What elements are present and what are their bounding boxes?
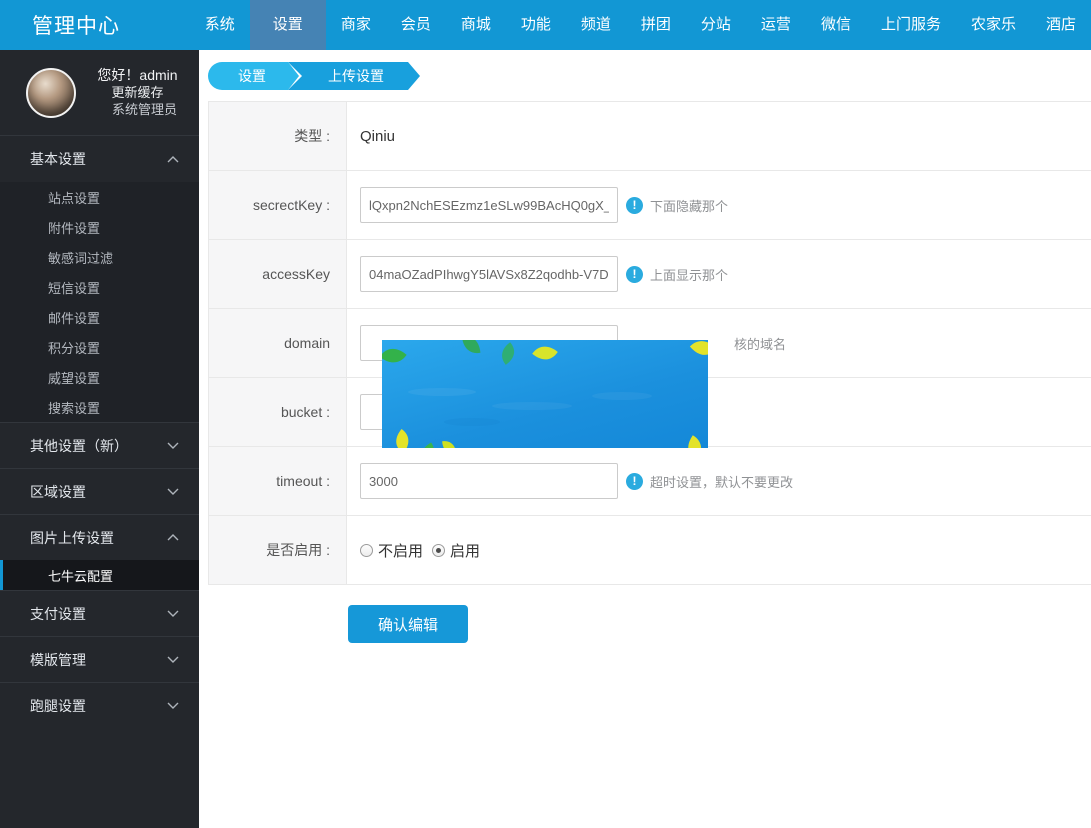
timeout-input[interactable] xyxy=(360,463,618,499)
domain-label: domain xyxy=(209,309,347,377)
bucket-label: bucket : xyxy=(209,378,347,446)
radio-enable-label: 启用 xyxy=(450,540,480,561)
user-panel: 您好！admin 更新缓存 系统管理员 xyxy=(0,50,199,136)
top-nav-item[interactable]: 农家乐 xyxy=(956,0,1031,50)
sidebar-menu-label: 邮件设置 xyxy=(48,308,100,327)
sidebar-menu-label: 支付设置 xyxy=(30,604,86,624)
breadcrumb: 设置 上传设置 xyxy=(199,50,1091,90)
sidebar-menu-entry[interactable]: 其他设置（新） xyxy=(0,422,199,468)
sidebar-menu-entry[interactable]: 模版管理 xyxy=(0,636,199,682)
secretkey-hint: 下面隐藏那个 xyxy=(626,196,728,215)
app-title: 管理中心 xyxy=(0,10,190,40)
chevron-down-icon xyxy=(167,442,179,449)
chevron-down-icon xyxy=(167,656,179,663)
sidebar-menu-entry[interactable]: 敏感词过滤 xyxy=(0,242,199,272)
banner-image-overlay xyxy=(382,340,708,448)
sidebar-menu-label: 跑腿设置 xyxy=(30,696,86,716)
sidebar-menu-entry[interactable]: 搜索设置 xyxy=(0,392,199,422)
refresh-cache-link[interactable]: 更新缓存 xyxy=(76,84,199,101)
form-row-secretkey: secrectKey : 下面隐藏那个 xyxy=(209,171,1091,240)
breadcrumb-upload-settings[interactable]: 上传设置 xyxy=(288,62,408,90)
sidebar-menu-label: 附件设置 xyxy=(48,218,100,237)
top-nav-item[interactable]: 功能 xyxy=(506,0,566,50)
accesskey-hint: 上面显示那个 xyxy=(626,265,728,284)
top-nav-item[interactable]: 系统 xyxy=(190,0,250,50)
sidebar-menu-label: 搜索设置 xyxy=(48,398,100,417)
top-nav-item[interactable]: 商城 xyxy=(446,0,506,50)
timeout-label: timeout : xyxy=(209,447,347,515)
sidebar-menu-entry[interactable]: 积分设置 xyxy=(0,332,199,362)
sidebar: 您好！admin 更新缓存 系统管理员 基本设置 站点设置 xyxy=(0,50,199,828)
form-row-timeout: timeout : 超时设置，默认不要更改 xyxy=(209,447,1091,516)
chevron-down-icon xyxy=(167,610,179,617)
sidebar-menu-label: 其他设置（新） xyxy=(30,436,128,456)
sidebar-menu-label: 站点设置 xyxy=(48,188,100,207)
radio-enable[interactable] xyxy=(432,544,445,557)
top-nav-item[interactable]: 上门服务 xyxy=(866,0,956,50)
sidebar-menu-entry[interactable]: 基本设置 xyxy=(0,136,199,182)
info-icon xyxy=(626,473,643,490)
confirm-edit-button[interactable]: 确认编辑 xyxy=(348,605,468,643)
chevron-down-icon xyxy=(167,488,179,495)
sidebar-menu-label: 七牛云配置 xyxy=(48,566,113,585)
top-nav-item[interactable]: 拼团 xyxy=(626,0,686,50)
accesskey-input[interactable] xyxy=(360,256,618,292)
top-nav-item[interactable]: 酒店 xyxy=(1031,0,1091,50)
sidebar-menu-label: 区域设置 xyxy=(30,482,86,502)
sidebar-menu-label: 模版管理 xyxy=(30,650,86,670)
sidebar-menu-entry[interactable]: 跑腿设置 xyxy=(0,682,199,728)
enable-label: 是否启用 : xyxy=(209,516,347,584)
sidebar-menu-entry[interactable]: 七牛云配置 xyxy=(0,560,199,590)
sidebar-menu-entry[interactable]: 站点设置 xyxy=(0,182,199,212)
sidebar-menu-entry[interactable]: 邮件设置 xyxy=(0,302,199,332)
top-bar: 管理中心 系统 设置 商家 会员 商城 功能 频道 拼团 分站 运营 微信 上门… xyxy=(0,0,1091,50)
top-nav-item[interactable]: 会员 xyxy=(386,0,446,50)
sidebar-menu-label: 短信设置 xyxy=(48,278,100,297)
sidebar-menu-entry[interactable]: 短信设置 xyxy=(0,272,199,302)
sidebar-menu-entry[interactable]: 附件设置 xyxy=(0,212,199,242)
timeout-hint: 超时设置，默认不要更改 xyxy=(626,472,793,491)
info-icon xyxy=(626,197,643,214)
top-nav: 系统 设置 商家 会员 商城 功能 频道 拼团 分站 运营 微信 上门服务 农家… xyxy=(190,0,1091,50)
breadcrumb-settings[interactable]: 设置 xyxy=(208,62,288,90)
chevron-down-icon xyxy=(167,534,179,541)
form-row-enable: 是否启用 : 不启用 启用 xyxy=(209,516,1091,585)
sidebar-menu-label: 威望设置 xyxy=(48,368,100,387)
chevron-down-icon xyxy=(167,702,179,709)
type-label: 类型 : xyxy=(209,102,347,170)
type-value: Qiniu xyxy=(360,128,395,145)
secretkey-label: secrectKey : xyxy=(209,171,347,239)
top-nav-item[interactable]: 设置 xyxy=(250,0,326,50)
form-row-accesskey: accessKey 上面显示那个 xyxy=(209,240,1091,309)
user-greeting: 您好！admin xyxy=(76,67,199,84)
sidebar-menu-entry[interactable]: 图片上传设置 xyxy=(0,514,199,560)
radio-disable[interactable] xyxy=(360,544,373,557)
user-role: 系统管理员 xyxy=(76,101,199,118)
top-nav-item[interactable]: 运营 xyxy=(746,0,806,50)
avatar[interactable] xyxy=(26,68,76,118)
form-row-type: 类型 : Qiniu xyxy=(209,102,1091,171)
sidebar-menu-label: 积分设置 xyxy=(48,338,100,357)
top-nav-item[interactable]: 频道 xyxy=(566,0,626,50)
accesskey-label: accessKey xyxy=(209,240,347,308)
sidebar-menu-entry[interactable]: 区域设置 xyxy=(0,468,199,514)
online-status-icon xyxy=(98,106,106,114)
top-nav-item[interactable]: 微信 xyxy=(806,0,866,50)
chevron-down-icon xyxy=(167,156,179,163)
sidebar-menu-label: 基本设置 xyxy=(30,149,86,169)
sidebar-menu: 基本设置 站点设置 附件设置 敏感词过滤 xyxy=(0,136,199,728)
secretkey-input[interactable] xyxy=(360,187,618,223)
top-nav-item[interactable]: 分站 xyxy=(686,0,746,50)
sidebar-menu-entry[interactable]: 威望设置 xyxy=(0,362,199,392)
sidebar-menu-label: 图片上传设置 xyxy=(30,528,114,548)
domain-hint: 核的域名 xyxy=(734,334,786,353)
top-nav-item[interactable]: 商家 xyxy=(326,0,386,50)
sidebar-menu-label: 敏感词过滤 xyxy=(48,248,113,267)
sidebar-menu-entry[interactable]: 支付设置 xyxy=(0,590,199,636)
info-icon xyxy=(626,266,643,283)
radio-disable-label: 不启用 xyxy=(378,540,423,561)
